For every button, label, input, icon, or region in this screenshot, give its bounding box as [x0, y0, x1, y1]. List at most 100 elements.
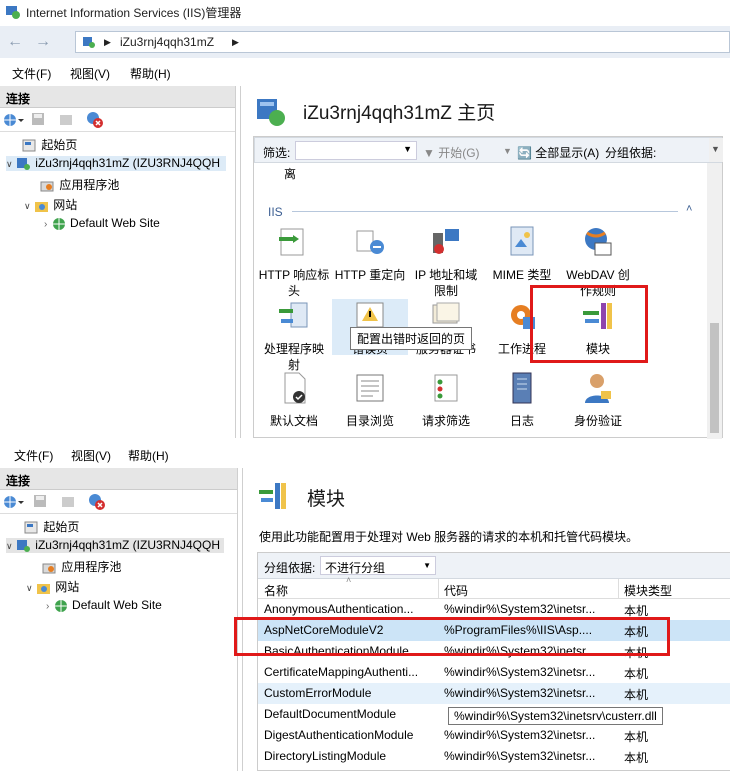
- feature-authentication[interactable]: 身份验证: [560, 371, 636, 429]
- tree-item-server[interactable]: ∨ iZu3rnj4qqh31mZ (IZU3RNJ4QQH: [6, 538, 225, 553]
- expand-chevron-icon[interactable]: ›: [44, 219, 47, 230]
- navigation-bar: ← → ▶ iZu3rnj4qqh31mZ ▶: [0, 26, 730, 58]
- column-header-type[interactable]: 模块类型: [624, 582, 672, 599]
- filter-bar: 筛选: ▼ ▼ 开始(G) ▼ 🔄 全部显示(A) 分组依据: ▼: [254, 137, 723, 163]
- table-row[interactable]: DirectoryListingModule %windir%\System32\…: [258, 746, 730, 767]
- feature-request-filtering[interactable]: 请求筛选: [408, 371, 484, 429]
- menu-help[interactable]: 帮助(H): [128, 447, 169, 464]
- tooltip: 配置出错时返回的页: [350, 327, 473, 350]
- feature-logging[interactable]: 日志: [484, 371, 560, 429]
- connections-tree: 起始页 ∨ iZu3rnj4qqh31mZ (IZU3RNJ4QQH 应用程序池…: [0, 132, 235, 432]
- tree-item-server[interactable]: ∨ iZu3rnj4qqh31mZ (IZU3RNJ4QQH: [6, 156, 227, 171]
- window-title: Internet Information Services (IIS)管理器: [26, 6, 242, 20]
- server-icon: [83, 37, 95, 48]
- tree-item-sites[interactable]: ∨ 网站: [26, 578, 79, 595]
- disconnect-icon[interactable]: [88, 493, 106, 511]
- dropdown-arrow-icon[interactable]: ▼: [403, 144, 412, 154]
- save-icon[interactable]: [30, 111, 46, 127]
- sort-ascending-icon: ˄: [346, 575, 352, 585]
- feature-default-document[interactable]: 默认文档: [256, 371, 332, 429]
- feature-mime-types[interactable]: MIME 类型: [484, 225, 560, 283]
- handler-mappings-icon: [279, 302, 308, 328]
- feature-http-response-headers[interactable]: HTTP 响应标头: [256, 225, 332, 299]
- home-pane: iZu3rnj4qqh31mZ 主页 筛选: ▼ ▼ 开始(G) ▼ 🔄 全部显…: [240, 86, 730, 439]
- menu-file[interactable]: 文件(F): [12, 65, 51, 82]
- collapse-chevron-icon[interactable]: ∨: [6, 541, 13, 551]
- modules-grid: 分组依据: 不进行分组 ▼ 名称 ˄ 代码 模块类型 AnonymousAuth…: [257, 552, 730, 771]
- logging-icon: [512, 372, 532, 404]
- feature-http-redirect[interactable]: HTTP 重定向: [332, 225, 408, 283]
- up-icon[interactable]: [60, 493, 76, 509]
- show-all-button[interactable]: 🔄 全部显示(A): [517, 144, 599, 161]
- tree-item-default-site[interactable]: › Default Web Site: [44, 216, 160, 231]
- connect-globe-icon[interactable]: [2, 112, 24, 128]
- tree-item-app-pools[interactable]: 应用程序池: [42, 558, 121, 575]
- forward-button[interactable]: →: [32, 32, 54, 54]
- highlight-box-aspnetcore: [234, 617, 670, 656]
- scrollbar-thumb[interactable]: [710, 323, 719, 433]
- start-filter-button[interactable]: ▼ 开始(G): [423, 144, 480, 161]
- group-header-iis[interactable]: IIS: [268, 205, 283, 219]
- iis-app-icon: [6, 6, 20, 19]
- server-icon: [16, 539, 30, 552]
- tree-item-start-page[interactable]: 起始页: [24, 518, 79, 535]
- collapse-group-icon[interactable]: ˄: [686, 203, 692, 215]
- menu-bar: 文件(F) 视图(V) 帮助(H): [0, 60, 730, 84]
- dropdown-arrow-icon[interactable]: ▼: [503, 146, 512, 156]
- breadcrumb-server[interactable]: iZu3rnj4qqh31mZ: [120, 35, 214, 49]
- back-button[interactable]: ←: [4, 32, 26, 54]
- connections-header: 连接: [0, 86, 235, 108]
- expand-chevron-icon[interactable]: ›: [46, 601, 49, 612]
- feature-ip-restrictions[interactable]: IP 地址和域 限制: [408, 225, 484, 299]
- app-pools-icon: [42, 563, 56, 574]
- group-by-select[interactable]: 不进行分组 ▼: [320, 556, 436, 575]
- request-filtering-icon: [434, 374, 458, 402]
- menu-view[interactable]: 视图(V): [71, 447, 111, 464]
- highlight-box-modules: [530, 285, 648, 363]
- features-view: 筛选: ▼ ▼ 开始(G) ▼ 🔄 全部显示(A) 分组依据: ▼ 离 IIS …: [253, 136, 723, 439]
- table-row[interactable]: DigestAuthenticationModule %windir%\Syste…: [258, 725, 730, 746]
- table-row[interactable]: CustomErrorModule %windir%\System32\inets…: [258, 683, 730, 704]
- feature-handler-mappings[interactable]: 处理程序映射: [256, 299, 332, 373]
- column-header-code[interactable]: 代码: [444, 582, 468, 599]
- menu-view[interactable]: 视图(V): [70, 65, 110, 82]
- authentication-icon: [585, 374, 611, 403]
- sites-folder-icon: [36, 583, 50, 594]
- sites-folder-icon: [34, 201, 48, 212]
- breadcrumb-arrow-icon[interactable]: ▶: [232, 37, 239, 48]
- server-home-icon: [257, 99, 285, 126]
- connections-pane: 连接 起始页 ∨ iZu3rnj4qqh31mZ (IZU3RNJ4QQH 应用…: [0, 86, 236, 438]
- default-document-icon: [284, 372, 306, 404]
- tree-item-app-pools[interactable]: 应用程序池: [40, 176, 119, 193]
- collapse-chevron-icon[interactable]: ∨: [24, 201, 31, 211]
- table-row[interactable]: CertificateMappingAuthenti... %windir%\Sy…: [258, 662, 730, 683]
- scroll-up-button[interactable]: ▼: [709, 138, 723, 162]
- connect-globe-icon[interactable]: [2, 494, 24, 510]
- collapse-chevron-icon[interactable]: ∨: [6, 159, 13, 169]
- save-icon[interactable]: [32, 493, 48, 509]
- collapse-chevron-icon[interactable]: ∨: [26, 583, 33, 593]
- disconnect-icon[interactable]: [86, 111, 104, 129]
- up-icon[interactable]: [58, 111, 74, 127]
- title-bar: Internet Information Services (IIS)管理器: [0, 0, 730, 24]
- menu-help[interactable]: 帮助(H): [130, 65, 171, 82]
- dropdown-arrow-icon[interactable]: ▼: [423, 561, 431, 570]
- tree-item-default-site[interactable]: › Default Web Site: [46, 598, 162, 613]
- menu-file[interactable]: 文件(F): [14, 447, 53, 464]
- feature-directory-browsing[interactable]: 目录浏览: [332, 371, 408, 429]
- features-scrollbar[interactable]: [707, 163, 722, 439]
- column-header-name[interactable]: 名称: [264, 582, 288, 599]
- tree-item-sites[interactable]: ∨ 网站: [24, 196, 77, 213]
- page-title: iZu3rnj4qqh31mZ 主页: [303, 103, 496, 124]
- modules-page-icon: [259, 483, 286, 509]
- grid-header: 名称 ˄ 代码 模块类型: [258, 575, 730, 599]
- filter-input[interactable]: ▼: [295, 141, 417, 160]
- group-by-label: 分组依据:: [264, 561, 316, 575]
- address-breadcrumb[interactable]: ▶ iZu3rnj4qqh31mZ ▶: [75, 31, 730, 53]
- partial-feature-label: 离: [284, 167, 297, 181]
- breadcrumb-arrow-icon: ▶: [104, 37, 111, 47]
- page-title: 模块: [307, 489, 346, 510]
- http-headers-icon: [279, 228, 304, 256]
- tree-item-start-page[interactable]: 起始页: [22, 136, 77, 153]
- connections-toolbar: [0, 490, 237, 514]
